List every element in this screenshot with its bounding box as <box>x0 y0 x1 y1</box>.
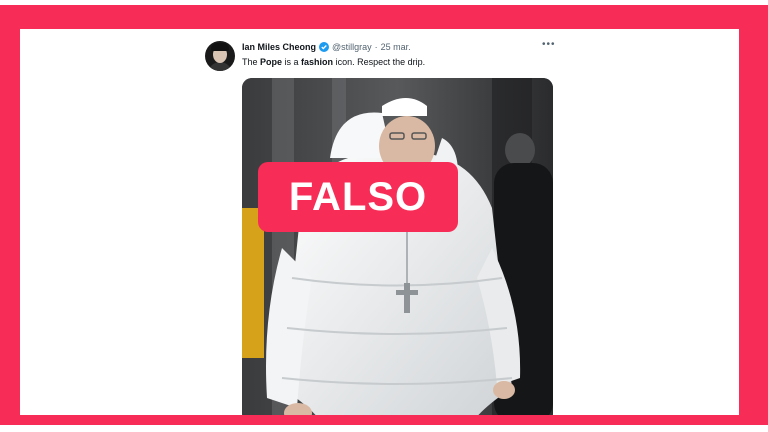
tweet-header: Ian Miles Cheong @stillgray · 25 mar. <box>242 42 411 52</box>
tweet-text: The Pope is a fashion icon. Respect the … <box>242 57 425 67</box>
author-name[interactable]: Ian Miles Cheong <box>242 42 316 52</box>
false-rating-label: FALSO <box>288 174 428 219</box>
tweet-text-part: is a <box>282 57 302 67</box>
author-avatar[interactable] <box>205 41 235 71</box>
false-rating-badge: FALSO <box>258 162 458 232</box>
tweet-text-bold-pope: Pope <box>260 57 283 67</box>
tweet-text-part: icon. Respect the drip. <box>333 57 426 67</box>
separator-dot: · <box>374 42 378 52</box>
more-dots-icon[interactable]: ••• <box>542 39 556 50</box>
tweet-text-bold-fashion: fashion <box>301 57 334 67</box>
author-handle[interactable]: @stillgray <box>332 42 372 52</box>
verified-badge-icon <box>319 42 330 52</box>
tweet-photo[interactable] <box>242 78 553 415</box>
tweet-date[interactable]: 25 mar. <box>381 42 411 52</box>
tweet-text-part: The <box>242 57 261 67</box>
